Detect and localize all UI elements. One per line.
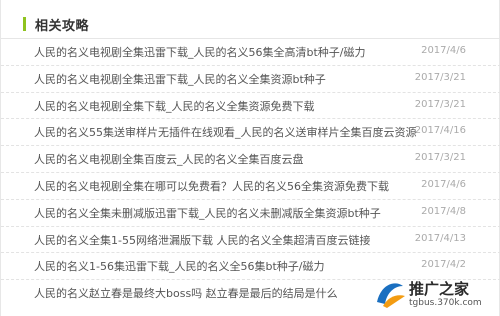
article-row: 人民的名义全集未删减版迅雷下载_人民的名义未删减版全集资源bt种子 2017/4… (1, 200, 500, 227)
article-row: 人民的名义电视剧全集百度云_人民的名义全集百度云盘 2017/3/21 (1, 146, 500, 173)
section-header: 相关攻略 (1, 0, 500, 39)
article-row: 人民的名义全集1-55网络泄漏版下载 人民的名义全集超清百度云链接 2017/4… (1, 227, 500, 254)
article-row: 人民的名义电视剧全集迅雷下载_人民的名义全集资源bt种子 2017/3/21 (1, 66, 500, 93)
accent-bar (23, 17, 26, 31)
article-link[interactable]: 人民的名义电视剧全集迅雷下载_人民的名义全集资源bt种子 (34, 71, 326, 87)
article-row: 人民的名义赵立春是最终大boss吗 赵立春是最后的结局是什么 (1, 280, 500, 307)
article-date: 2017/4/6 (421, 45, 466, 56)
article-date: 2017/4/16 (414, 125, 466, 137)
article-row: 人民的名义电视剧全集在哪可以免费看？人民的名义56全集资源免费下载 2017/4… (1, 173, 500, 200)
article-link[interactable]: 人民的名义电视剧全集下载_人民的名义全集资源免费下载 (34, 98, 315, 114)
article-row: 人民的名义55集送审样片无插件在线观看_人民的名义送审样片全集百度云资源 201… (1, 119, 500, 147)
article-date: 2017/4/8 (421, 205, 466, 217)
article-date: 2017/3/21 (414, 98, 466, 110)
article-row: 人民的名义电视剧全集下载_人民的名义全集资源免费下载 2017/3/21 (1, 93, 500, 120)
article-link[interactable]: 人民的名义全集未删减版迅雷下载_人民的名义未删减版全集资源bt种子 (34, 205, 381, 221)
article-date: 2017/3/21 (414, 71, 466, 83)
article-link[interactable]: 人民的名义电视剧全集百度云_人民的名义全集百度云盘 (34, 151, 304, 167)
article-link[interactable]: 人民的名义电视剧全集在哪可以免费看？人民的名义56全集资源免费下载 (34, 178, 389, 194)
section-title: 相关攻略 (35, 19, 90, 34)
related-articles-panel: 相关攻略 人民的名义电视剧全集迅雷下载_人民的名义56集全高清bt种子/磁力 2… (0, 0, 500, 316)
article-link[interactable]: 人民的名义全集1-55网络泄漏版下载 人民的名义全集超清百度云链接 (34, 232, 370, 248)
article-row: 人民的名义电视剧全集迅雷下载_人民的名义56集全高清bt种子/磁力 2017/4… (1, 39, 500, 66)
article-date: 2017/3/21 (414, 152, 466, 164)
article-link[interactable]: 人民的名义1-56集迅雷下载_人民的名义全56集bt种子/磁力 (34, 258, 324, 274)
article-row: 人民的名义1-56集迅雷下载_人民的名义全56集bt种子/磁力 2017/4/2 (1, 253, 500, 281)
article-date: 2017/4/2 (421, 259, 466, 271)
article-link[interactable]: 人民的名义电视剧全集迅雷下载_人民的名义56集全高清bt种子/磁力 (34, 44, 366, 60)
article-link[interactable]: 人民的名义赵立春是最终大boss吗 赵立春是最后的结局是什么 (34, 285, 338, 301)
article-link[interactable]: 人民的名义55集送审样片无插件在线观看_人民的名义送审样片全集百度云资源 (34, 124, 417, 140)
article-date: 2017/4/6 (421, 178, 466, 190)
article-date: 2017/4/13 (414, 232, 466, 244)
article-list: 人民的名义电视剧全集迅雷下载_人民的名义56集全高清bt种子/磁力 2017/4… (1, 39, 500, 307)
